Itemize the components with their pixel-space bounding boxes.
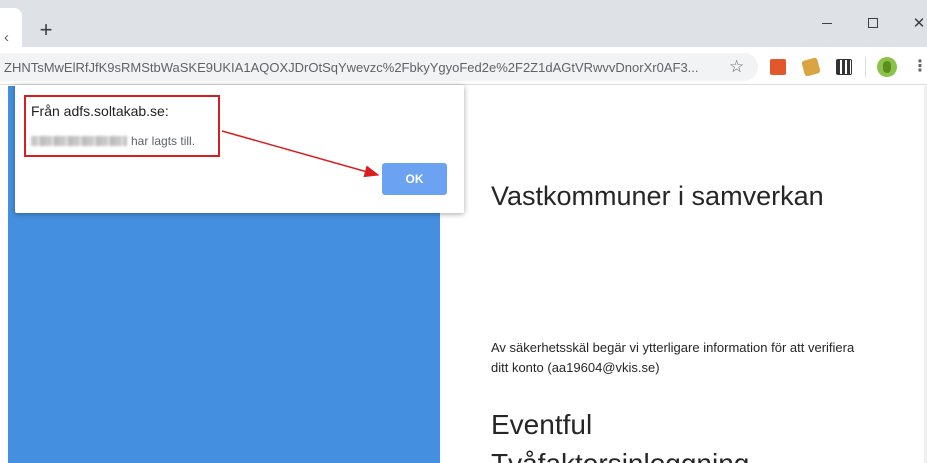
annotation-arrow [221, 130, 380, 178]
arrow-line [221, 130, 380, 178]
